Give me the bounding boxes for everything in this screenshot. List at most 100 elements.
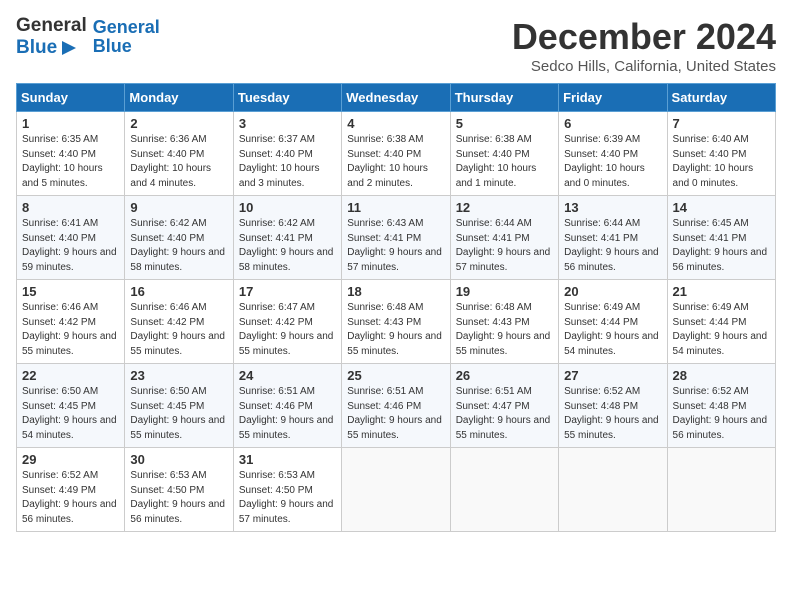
calendar-day-cell: 2 Sunrise: 6:36 AM Sunset: 4:40 PM Dayli… <box>125 112 233 196</box>
calendar-day-cell: 1 Sunrise: 6:35 AM Sunset: 4:40 PM Dayli… <box>17 112 125 196</box>
day-detail: Sunrise: 6:53 AM Sunset: 4:50 PM Dayligh… <box>239 470 334 525</box>
day-detail: Sunrise: 6:49 AM Sunset: 4:44 PM Dayligh… <box>564 302 659 357</box>
calendar-subtitle: Sedco Hills, California, United States <box>512 58 776 75</box>
calendar-week-row: 8 Sunrise: 6:41 AM Sunset: 4:40 PM Dayli… <box>17 196 776 280</box>
day-of-week-header: Thursday <box>450 84 558 112</box>
day-detail: Sunrise: 6:47 AM Sunset: 4:42 PM Dayligh… <box>239 302 334 357</box>
day-of-week-header: Saturday <box>667 84 775 112</box>
calendar-day-cell: 19 Sunrise: 6:48 AM Sunset: 4:43 PM Dayl… <box>450 280 558 364</box>
calendar-day-cell <box>667 448 775 532</box>
day-detail: Sunrise: 6:51 AM Sunset: 4:47 PM Dayligh… <box>456 386 551 441</box>
logo-blue: Blue <box>16 37 78 59</box>
day-number: 6 <box>564 116 661 131</box>
day-detail: Sunrise: 6:38 AM Sunset: 4:40 PM Dayligh… <box>347 134 428 189</box>
day-number: 24 <box>239 368 336 383</box>
logo-wordmark: General Blue <box>16 16 87 59</box>
calendar-day-cell: 31 Sunrise: 6:53 AM Sunset: 4:50 PM Dayl… <box>233 448 341 532</box>
day-detail: Sunrise: 6:44 AM Sunset: 4:41 PM Dayligh… <box>456 218 551 273</box>
calendar-header-row: SundayMondayTuesdayWednesdayThursdayFrid… <box>17 84 776 112</box>
day-number: 10 <box>239 200 336 215</box>
calendar-title: December 2024 <box>512 16 776 58</box>
day-number: 12 <box>456 200 553 215</box>
calendar-day-cell: 9 Sunrise: 6:42 AM Sunset: 4:40 PM Dayli… <box>125 196 233 280</box>
title-area: December 2024 Sedco Hills, California, U… <box>512 16 776 75</box>
calendar-day-cell: 27 Sunrise: 6:52 AM Sunset: 4:48 PM Dayl… <box>559 364 667 448</box>
day-number: 9 <box>130 200 227 215</box>
day-detail: Sunrise: 6:37 AM Sunset: 4:40 PM Dayligh… <box>239 134 320 189</box>
day-number: 17 <box>239 284 336 299</box>
day-number: 14 <box>673 200 770 215</box>
calendar-day-cell: 26 Sunrise: 6:51 AM Sunset: 4:47 PM Dayl… <box>450 364 558 448</box>
calendar-day-cell: 22 Sunrise: 6:50 AM Sunset: 4:45 PM Dayl… <box>17 364 125 448</box>
day-of-week-header: Tuesday <box>233 84 341 112</box>
day-of-week-header: Sunday <box>17 84 125 112</box>
day-detail: Sunrise: 6:52 AM Sunset: 4:48 PM Dayligh… <box>673 386 768 441</box>
day-detail: Sunrise: 6:48 AM Sunset: 4:43 PM Dayligh… <box>347 302 442 357</box>
header: General Blue General Blue December 2024 … <box>16 16 776 75</box>
day-number: 19 <box>456 284 553 299</box>
day-detail: Sunrise: 6:35 AM Sunset: 4:40 PM Dayligh… <box>22 134 103 189</box>
day-number: 26 <box>456 368 553 383</box>
calendar-week-row: 22 Sunrise: 6:50 AM Sunset: 4:45 PM Dayl… <box>17 364 776 448</box>
calendar-week-row: 29 Sunrise: 6:52 AM Sunset: 4:49 PM Dayl… <box>17 448 776 532</box>
calendar-day-cell: 11 Sunrise: 6:43 AM Sunset: 4:41 PM Dayl… <box>342 196 450 280</box>
calendar-day-cell: 17 Sunrise: 6:47 AM Sunset: 4:42 PM Dayl… <box>233 280 341 364</box>
day-detail: Sunrise: 6:51 AM Sunset: 4:46 PM Dayligh… <box>347 386 442 441</box>
day-of-week-header: Friday <box>559 84 667 112</box>
calendar-table: SundayMondayTuesdayWednesdayThursdayFrid… <box>16 83 776 532</box>
calendar-day-cell: 7 Sunrise: 6:40 AM Sunset: 4:40 PM Dayli… <box>667 112 775 196</box>
calendar-day-cell: 18 Sunrise: 6:48 AM Sunset: 4:43 PM Dayl… <box>342 280 450 364</box>
day-detail: Sunrise: 6:38 AM Sunset: 4:40 PM Dayligh… <box>456 134 537 189</box>
day-number: 5 <box>456 116 553 131</box>
calendar-day-cell <box>342 448 450 532</box>
day-detail: Sunrise: 6:52 AM Sunset: 4:48 PM Dayligh… <box>564 386 659 441</box>
logo-text: General Blue <box>93 18 160 58</box>
day-number: 27 <box>564 368 661 383</box>
calendar-day-cell: 15 Sunrise: 6:46 AM Sunset: 4:42 PM Dayl… <box>17 280 125 364</box>
day-of-week-header: Monday <box>125 84 233 112</box>
day-detail: Sunrise: 6:46 AM Sunset: 4:42 PM Dayligh… <box>22 302 117 357</box>
calendar-day-cell: 12 Sunrise: 6:44 AM Sunset: 4:41 PM Dayl… <box>450 196 558 280</box>
day-number: 23 <box>130 368 227 383</box>
calendar-day-cell: 21 Sunrise: 6:49 AM Sunset: 4:44 PM Dayl… <box>667 280 775 364</box>
day-detail: Sunrise: 6:45 AM Sunset: 4:41 PM Dayligh… <box>673 218 768 273</box>
day-detail: Sunrise: 6:51 AM Sunset: 4:46 PM Dayligh… <box>239 386 334 441</box>
calendar-day-cell: 5 Sunrise: 6:38 AM Sunset: 4:40 PM Dayli… <box>450 112 558 196</box>
day-number: 8 <box>22 200 119 215</box>
calendar-body: 1 Sunrise: 6:35 AM Sunset: 4:40 PM Dayli… <box>17 112 776 532</box>
day-detail: Sunrise: 6:50 AM Sunset: 4:45 PM Dayligh… <box>130 386 225 441</box>
day-detail: Sunrise: 6:42 AM Sunset: 4:41 PM Dayligh… <box>239 218 334 273</box>
calendar-day-cell: 10 Sunrise: 6:42 AM Sunset: 4:41 PM Dayl… <box>233 196 341 280</box>
day-number: 28 <box>673 368 770 383</box>
day-number: 29 <box>22 452 119 467</box>
day-detail: Sunrise: 6:41 AM Sunset: 4:40 PM Dayligh… <box>22 218 117 273</box>
calendar-day-cell: 4 Sunrise: 6:38 AM Sunset: 4:40 PM Dayli… <box>342 112 450 196</box>
day-detail: Sunrise: 6:48 AM Sunset: 4:43 PM Dayligh… <box>456 302 551 357</box>
day-detail: Sunrise: 6:44 AM Sunset: 4:41 PM Dayligh… <box>564 218 659 273</box>
calendar-day-cell: 29 Sunrise: 6:52 AM Sunset: 4:49 PM Dayl… <box>17 448 125 532</box>
calendar-day-cell: 16 Sunrise: 6:46 AM Sunset: 4:42 PM Dayl… <box>125 280 233 364</box>
day-number: 4 <box>347 116 444 131</box>
day-number: 3 <box>239 116 336 131</box>
day-number: 25 <box>347 368 444 383</box>
day-detail: Sunrise: 6:39 AM Sunset: 4:40 PM Dayligh… <box>564 134 645 189</box>
day-of-week-header: Wednesday <box>342 84 450 112</box>
day-number: 22 <box>22 368 119 383</box>
calendar-day-cell: 24 Sunrise: 6:51 AM Sunset: 4:46 PM Dayl… <box>233 364 341 448</box>
calendar-day-cell: 3 Sunrise: 6:37 AM Sunset: 4:40 PM Dayli… <box>233 112 341 196</box>
calendar-day-cell: 8 Sunrise: 6:41 AM Sunset: 4:40 PM Dayli… <box>17 196 125 280</box>
day-detail: Sunrise: 6:53 AM Sunset: 4:50 PM Dayligh… <box>130 470 225 525</box>
calendar-day-cell: 20 Sunrise: 6:49 AM Sunset: 4:44 PM Dayl… <box>559 280 667 364</box>
calendar-week-row: 1 Sunrise: 6:35 AM Sunset: 4:40 PM Dayli… <box>17 112 776 196</box>
day-detail: Sunrise: 6:42 AM Sunset: 4:40 PM Dayligh… <box>130 218 225 273</box>
day-number: 13 <box>564 200 661 215</box>
calendar-day-cell: 30 Sunrise: 6:53 AM Sunset: 4:50 PM Dayl… <box>125 448 233 532</box>
calendar-day-cell: 28 Sunrise: 6:52 AM Sunset: 4:48 PM Dayl… <box>667 364 775 448</box>
day-detail: Sunrise: 6:43 AM Sunset: 4:41 PM Dayligh… <box>347 218 442 273</box>
calendar-day-cell: 6 Sunrise: 6:39 AM Sunset: 4:40 PM Dayli… <box>559 112 667 196</box>
day-number: 11 <box>347 200 444 215</box>
calendar-day-cell: 13 Sunrise: 6:44 AM Sunset: 4:41 PM Dayl… <box>559 196 667 280</box>
day-detail: Sunrise: 6:46 AM Sunset: 4:42 PM Dayligh… <box>130 302 225 357</box>
day-number: 15 <box>22 284 119 299</box>
day-number: 7 <box>673 116 770 131</box>
